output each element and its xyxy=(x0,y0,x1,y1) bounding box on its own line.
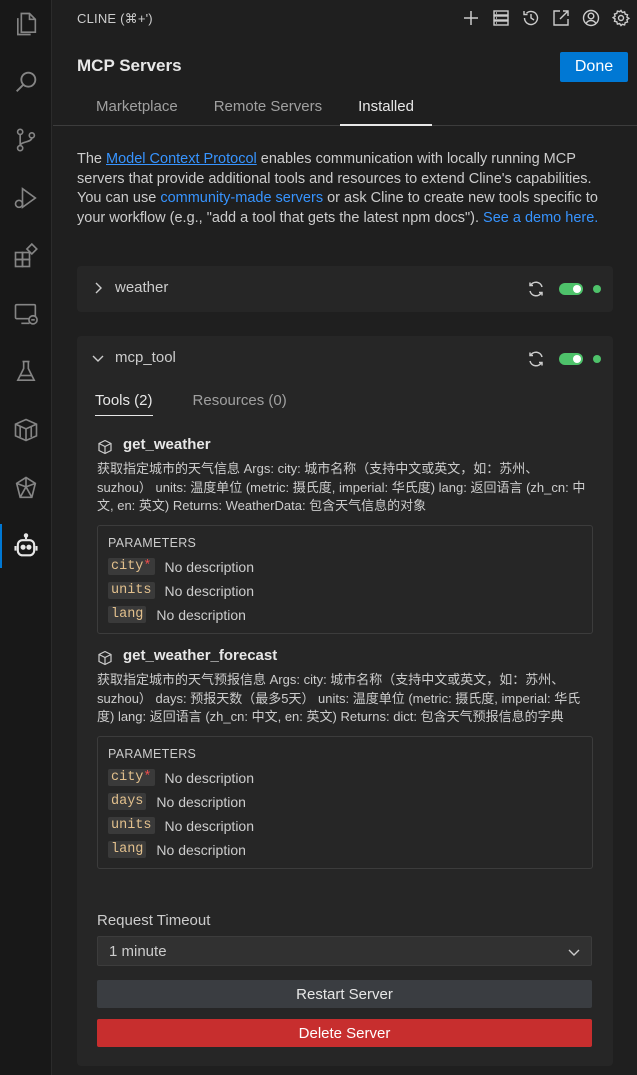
param-name: days xyxy=(108,793,147,810)
mcp-tabs: Marketplace Remote Servers Installed xyxy=(78,90,432,126)
remote-explorer-icon[interactable] xyxy=(0,292,52,336)
param-description: No description xyxy=(164,558,255,575)
request-timeout-select[interactable]: 1 minute xyxy=(97,936,592,966)
ai-assistant-icon[interactable] xyxy=(0,466,52,510)
param-name: lang xyxy=(108,606,147,623)
refresh-icon[interactable] xyxy=(526,349,546,369)
search-icon[interactable] xyxy=(0,60,52,104)
tab-installed[interactable]: Installed xyxy=(340,90,432,126)
containers-icon[interactable] xyxy=(0,408,52,452)
param-description: No description xyxy=(164,817,255,834)
plus-icon[interactable] xyxy=(459,6,483,30)
settings-icon[interactable] xyxy=(609,6,633,30)
history-icon[interactable] xyxy=(519,6,543,30)
param-name: city* xyxy=(108,558,155,575)
community-servers-link[interactable]: community-made servers xyxy=(160,190,323,206)
panel-title: CLINE (⌘+') xyxy=(77,11,153,26)
demo-link[interactable]: See a demo here. xyxy=(483,210,598,226)
param-description: No description xyxy=(156,793,246,810)
tab-remote-servers[interactable]: Remote Servers xyxy=(196,90,340,126)
param-name: lang xyxy=(108,841,147,858)
param-description: No description xyxy=(156,606,246,623)
status-dot xyxy=(593,285,601,293)
extensions-icon[interactable] xyxy=(0,234,52,278)
param-description: No description xyxy=(164,582,255,599)
param-row: lang No description xyxy=(108,838,582,862)
source-control-icon[interactable] xyxy=(0,118,52,162)
param-name: city* xyxy=(108,769,155,786)
param-name-text: city xyxy=(111,559,144,574)
chevron-right-icon[interactable] xyxy=(91,281,105,295)
testing-icon[interactable] xyxy=(0,350,52,394)
mcp-header: MCP Servers Done Marketplace Remote Serv… xyxy=(53,44,637,126)
cube-icon xyxy=(98,439,112,455)
required-marker: * xyxy=(143,559,152,574)
page-title: MCP Servers xyxy=(77,56,182,75)
server-subtabs: Tools (2) Resources (0) xyxy=(95,392,327,416)
tab-tools[interactable]: Tools (2) xyxy=(95,392,153,416)
parameters-box: PARAMETERS city* No description days No … xyxy=(97,735,593,869)
account-icon[interactable] xyxy=(579,6,603,30)
tool-name: get_weather_forecast xyxy=(123,647,278,664)
cline-panel: CLINE (⌘+') MCP Servers Done Marketplace… xyxy=(53,0,637,1075)
param-description: No description xyxy=(164,769,255,786)
server-header[interactable]: weather xyxy=(77,266,613,312)
panel-titlebar: CLINE (⌘+') xyxy=(53,0,637,38)
server-name: mcp_tool xyxy=(115,349,176,366)
server-name: weather xyxy=(115,279,169,296)
server-card-weather: weather xyxy=(77,266,613,312)
intro-text: The Model Context Protocol enables commu… xyxy=(77,150,613,228)
param-row: days No description xyxy=(108,790,582,814)
param-row: units No description xyxy=(108,579,582,603)
tab-resources[interactable]: Resources (0) xyxy=(193,392,287,416)
param-row: city* No description xyxy=(108,766,582,790)
refresh-icon[interactable] xyxy=(526,279,546,299)
parameters-box: PARAMETERS city* No description units No… xyxy=(97,524,593,634)
cube-icon xyxy=(98,650,112,666)
param-description: No description xyxy=(156,841,246,858)
param-row: lang No description xyxy=(108,603,582,627)
tool-name: get_weather xyxy=(123,436,211,453)
delete-server-button[interactable]: Delete Server xyxy=(97,1019,592,1047)
intro-text-part: The xyxy=(77,151,107,167)
server-card-mcp-tool: mcp_tool Tools (2) Resources (0) get_wea… xyxy=(77,336,613,1066)
chevron-down-icon xyxy=(568,949,580,956)
request-timeout-value: 1 minute xyxy=(109,943,167,960)
server-enabled-toggle[interactable] xyxy=(559,353,583,365)
restart-server-button[interactable]: Restart Server xyxy=(97,980,592,1008)
tool-description: 获取指定城市的天气预报信息 Args: city: 城市名称（支持中文或英文，如… xyxy=(97,672,581,724)
activity-bar xyxy=(0,0,52,1075)
tab-marketplace[interactable]: Marketplace xyxy=(78,90,196,126)
param-row: city* No description xyxy=(108,555,582,579)
done-button[interactable]: Done xyxy=(560,52,628,82)
model-context-protocol-link[interactable]: Model Context Protocol xyxy=(106,151,257,167)
parameters-title: PARAMETERS xyxy=(108,535,197,550)
explorer-icon[interactable] xyxy=(0,2,52,46)
server-header[interactable]: mcp_tool xyxy=(77,336,613,382)
parameters-title: PARAMETERS xyxy=(108,746,197,761)
param-name-text: city xyxy=(111,770,144,785)
server-enabled-toggle[interactable] xyxy=(559,283,583,295)
tool-description: 获取指定城市的天气信息 Args: city: 城市名称（支持中文或英文，如：苏… xyxy=(97,461,586,513)
mcp-servers-icon[interactable] xyxy=(489,6,513,30)
tool-get-weather: get_weather 获取指定城市的天气信息 Args: city: 城市名称… xyxy=(97,436,593,634)
status-dot xyxy=(593,355,601,363)
request-timeout-label: Request Timeout xyxy=(97,912,211,929)
param-name: units xyxy=(108,582,155,599)
param-row: units No description xyxy=(108,814,582,838)
param-name: units xyxy=(108,817,155,834)
chevron-down-icon[interactable] xyxy=(91,351,105,365)
cline-robot-icon[interactable] xyxy=(0,524,52,568)
run-debug-icon[interactable] xyxy=(0,176,52,220)
tool-get-weather-forecast: get_weather_forecast 获取指定城市的天气预报信息 Args:… xyxy=(97,647,593,869)
popout-icon[interactable] xyxy=(549,6,573,30)
required-marker: * xyxy=(143,770,152,785)
